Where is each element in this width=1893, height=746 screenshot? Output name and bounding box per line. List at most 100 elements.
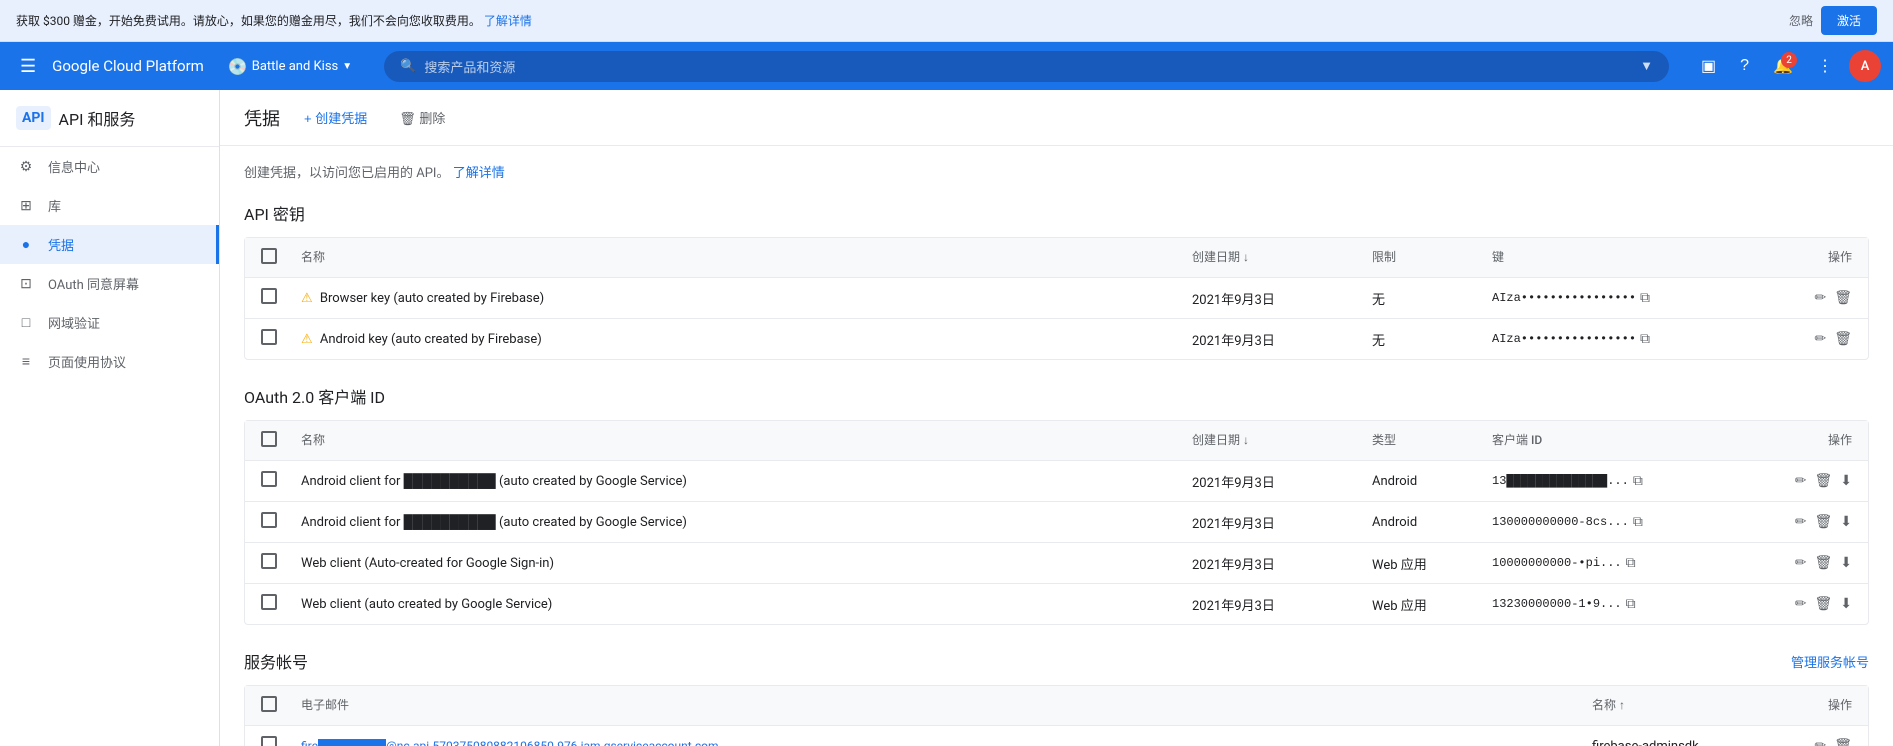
sidebar-item-domain[interactable]: □ 网域验证 [0,303,219,342]
sidebar-item-dashboard[interactable]: ⚙ 信息中心 [0,147,219,186]
ignore-button[interactable]: 忽略 [1789,6,1813,35]
select-all-svc-checkbox[interactable] [261,696,277,712]
row-checkbox[interactable] [261,471,301,491]
row-checkbox[interactable] [261,553,301,573]
copy-icon[interactable]: ⧉ [1640,331,1650,347]
api-keys-table: 名称 创建日期 ↓ 限制 键 操作 ⚠ Browser key (au [244,237,1869,360]
edit-icon[interactable]: ✏ [1795,596,1807,612]
sidebar-label-oauth: OAuth 同意屏幕 [48,274,139,293]
copy-icon[interactable]: ⧉ [1626,555,1636,571]
project-disk-icon: 💿 [228,57,248,76]
row-checkbox[interactable] [261,512,301,532]
page-header: 凭据 + 创建凭据 🗑 删除 [220,90,1893,146]
create-credentials-button[interactable]: + 创建凭据 [296,102,375,133]
table-row: Android client for ██████████ (auto crea… [245,502,1868,543]
sidebar-label-domain: 网域验证 [48,313,100,332]
oauth-table: 名称 创建日期 ↓ 类型 客户端 ID 操作 Android client fo… [244,420,1869,625]
table-row: Web client (Auto-created for Google Sign… [245,543,1868,584]
download-icon[interactable]: ⬇ [1840,514,1852,530]
sidebar-item-oauth[interactable]: ⊡ OAuth 同意屏幕 [0,264,219,303]
copy-icon[interactable]: ⧉ [1640,290,1650,306]
edit-icon[interactable]: ✏ [1795,514,1807,530]
delete-icon[interactable]: 🗑 [1814,473,1832,489]
row-key: AIza•••••••••••••••• ⧉ [1492,331,1772,347]
edit-icon[interactable]: ✏ [1814,290,1826,306]
search-expand-icon: ▼ [1640,58,1653,74]
library-icon: ⊞ [16,198,36,214]
oauth-title: OAuth 2.0 客户端 ID [244,384,1869,408]
row-type: Android [1372,474,1492,489]
sidebar-item-library[interactable]: ⊞ 库 [0,186,219,225]
row-name: ⚠ Browser key (auto created by Firebase) [301,291,1192,306]
svc-col-email: 电子邮件 [301,696,1592,715]
activate-button[interactable]: 激活 [1821,6,1877,35]
delete-icon[interactable]: 🗑 [1814,555,1832,571]
delete-icon[interactable]: 🗑 [1834,738,1852,746]
svc-col-check [261,696,301,715]
banner-link[interactable]: 了解详情 [484,14,532,28]
top-banner: 获取 $300 赠金，开始免费试用。请放心，如果您的赠金用尽，我们不会向您收取费… [0,0,1893,42]
more-menu-button[interactable]: ⋮ [1809,48,1841,84]
delete-icon[interactable]: 🗑 [1834,290,1852,306]
row-type: Web 应用 [1372,554,1492,573]
sidebar-item-credentials[interactable]: ● 凭据 [0,225,219,264]
row-actions: ✏ 🗑 ⬇ [1772,555,1852,571]
sidebar-label-library: 库 [48,196,61,215]
download-icon[interactable]: ⬇ [1840,473,1852,489]
info-link[interactable]: 了解详情 [453,166,505,181]
project-selector[interactable]: 💿 Battle and Kiss ▼ [220,53,360,80]
row-checkbox[interactable] [261,329,301,349]
copy-icon[interactable]: ⧉ [1633,514,1643,530]
api-keys-title: API 密钥 [244,201,1869,225]
edit-icon[interactable]: ✏ [1814,738,1826,746]
key-masked: AIza•••••••••••••••• [1492,291,1636,305]
row-email: fire████████@nc-api-570375080882106850-9… [301,739,1592,746]
row-actions: ✏ 🗑 ⬇ [1772,596,1852,612]
notification-badge: 2 [1781,52,1797,68]
credentials-icon: ● [16,236,36,253]
copy-icon[interactable]: ⧉ [1633,473,1643,489]
api-icon: API [16,106,51,130]
row-limit: 无 [1372,289,1492,308]
row-actions: ✏ 🗑 [1772,331,1852,347]
warning-icon: ⚠ [301,332,313,347]
table-row: ⚠ Browser key (auto created by Firebase)… [245,278,1868,319]
download-icon[interactable]: ⬇ [1840,596,1852,612]
delete-icon[interactable]: 🗑 [1814,596,1832,612]
sidebar-item-tos[interactable]: ≡ 页面使用协议 [0,342,219,381]
row-checkbox[interactable] [261,736,301,746]
oauth-col-action: 操作 [1772,431,1852,450]
banner-actions: 忽略 激活 [1789,6,1877,35]
delete-icon[interactable]: 🗑 [1834,331,1852,347]
api-keys-col-check [261,248,301,267]
content-area: 创建凭据，以访问您已启用的 API。 了解详情 API 密钥 名称 创建日期 ↓… [220,146,1893,746]
service-accounts-title: 服务帐号 [244,649,308,673]
manage-service-accounts-link[interactable]: 管理服务帐号 [1791,652,1869,671]
row-name: Android client for ██████████ (auto crea… [301,514,1192,530]
delete-icon[interactable]: 🗑 [1814,514,1832,530]
tos-icon: ≡ [16,353,36,370]
help-button[interactable]: ? [1732,49,1757,83]
row-checkbox[interactable] [261,288,301,308]
menu-icon[interactable]: ☰ [12,48,44,85]
row-checkbox[interactable] [261,594,301,614]
download-icon[interactable]: ⬇ [1840,555,1852,571]
dashboard-icon: ⚙ [16,159,36,175]
edit-icon[interactable]: ✏ [1795,473,1807,489]
sidebar-title: API 和服务 [59,106,136,130]
user-avatar[interactable]: A [1849,50,1881,82]
search-placeholder: 搜索产品和资源 [424,57,515,76]
cloud-shell-button[interactable]: ▣ [1693,48,1724,84]
edit-icon[interactable]: ✏ [1814,331,1826,347]
copy-icon[interactable]: ⧉ [1626,596,1636,612]
search-bar[interactable]: 🔍 搜索产品和资源 ▼ [384,51,1669,82]
select-all-oauth-checkbox[interactable] [261,431,277,447]
project-dropdown-icon: ▼ [342,61,352,72]
table-row: ⚠ Android key (auto created by Firebase)… [245,319,1868,359]
delete-button[interactable]: 🗑 删除 [391,102,453,133]
row-actions: ✏ 🗑 [1792,738,1852,746]
api-keys-col-key: 键 [1492,248,1772,267]
row-limit: 无 [1372,330,1492,349]
edit-icon[interactable]: ✏ [1795,555,1807,571]
select-all-checkbox[interactable] [261,248,277,264]
